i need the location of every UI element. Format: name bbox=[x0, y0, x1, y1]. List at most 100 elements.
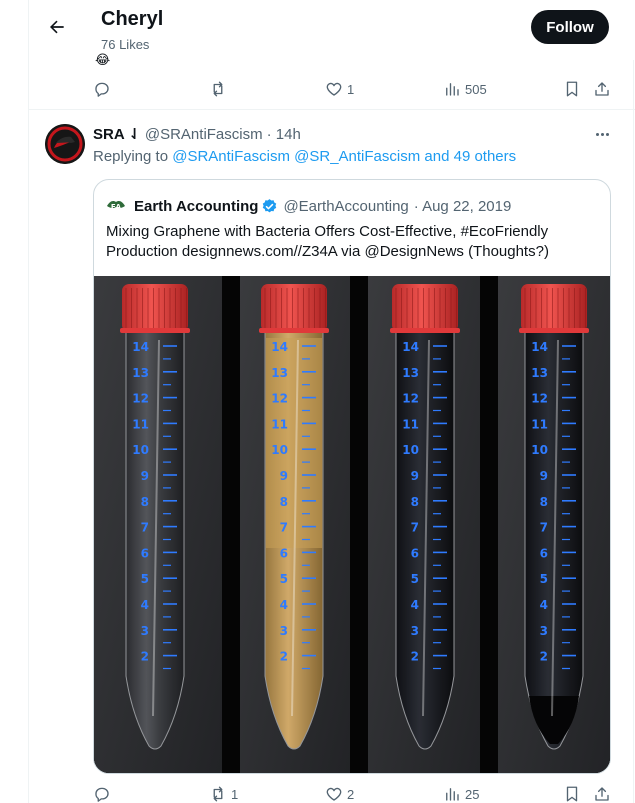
tube-scale-label: 13 bbox=[402, 366, 419, 380]
tube-scale-label: 14 bbox=[132, 340, 149, 354]
quote-author-handle: @EarthAccounting bbox=[283, 197, 409, 215]
centrifuge-tube: 14 13 12 11 10 9 8 7 6 5 4 3 2 bbox=[519, 284, 589, 750]
tube-scale-label: 7 bbox=[411, 521, 419, 535]
share-button[interactable] bbox=[593, 783, 611, 803]
tube-scale-label: 3 bbox=[141, 624, 149, 638]
tube-scale-label: 14 bbox=[271, 340, 288, 354]
views-button[interactable]: 505 bbox=[443, 78, 487, 100]
share-icon bbox=[595, 82, 609, 96]
bookmark-icon bbox=[566, 786, 578, 802]
profile-header: Cheryl 76 Likes 😂 Follow bbox=[29, 0, 635, 67]
reply-button[interactable] bbox=[93, 78, 111, 100]
tube-scale-label: 8 bbox=[540, 495, 548, 509]
tube-scale-label: 10 bbox=[132, 443, 149, 457]
tube-scale-label: 6 bbox=[280, 546, 288, 560]
tube-scale-label: 4 bbox=[540, 598, 548, 612]
reply-mention-1[interactable]: @SRAntiFascism bbox=[172, 148, 290, 165]
more-options-button[interactable] bbox=[591, 124, 613, 144]
bookmark-button[interactable] bbox=[563, 783, 581, 803]
author-handle[interactable]: @SRAntiFascism bbox=[145, 126, 263, 143]
tube-scale-label: 12 bbox=[132, 392, 149, 406]
bookmark-icon bbox=[566, 81, 578, 97]
divider bbox=[29, 109, 635, 110]
tube-scale-label: 9 bbox=[280, 469, 288, 483]
repost-icon bbox=[213, 786, 223, 802]
tube-scale-label: 7 bbox=[540, 521, 548, 535]
tube-scale-label: 11 bbox=[402, 417, 419, 431]
quote-header: EA Earth Accounting @EarthAccounting · A… bbox=[106, 196, 511, 216]
tube-scale-label: 8 bbox=[280, 495, 288, 509]
back-button[interactable] bbox=[39, 9, 75, 45]
heart-icon bbox=[326, 82, 342, 96]
reply-tweet-actions: 1 2 25 bbox=[93, 783, 613, 803]
tube-scale-label: 6 bbox=[411, 546, 419, 560]
repost-icon bbox=[213, 81, 223, 97]
centrifuge-tubes-image: 14 13 12 11 10 9 8 7 6 5 4 3 2 14 13 12 11 10 9 8 7 6 5 4 3 2 14 13… bbox=[94, 276, 610, 773]
view-count: 505 bbox=[465, 81, 487, 97]
bookmark-button[interactable] bbox=[563, 78, 581, 100]
reply-others-link[interactable]: and 49 others bbox=[424, 148, 516, 165]
view-count: 25 bbox=[465, 786, 480, 802]
avatar[interactable] bbox=[45, 124, 85, 164]
likes-count: 76 Likes bbox=[101, 37, 150, 52]
centrifuge-tube: 14 13 12 11 10 9 8 7 6 5 4 3 2 bbox=[390, 284, 460, 750]
tube-scale-label: 5 bbox=[411, 572, 419, 586]
tube-scale-label: 13 bbox=[132, 366, 149, 380]
author-name[interactable]: SRA ⇃ bbox=[93, 125, 141, 143]
tube-scale-label: 5 bbox=[540, 572, 548, 586]
earth-accounting-logo-icon: EA bbox=[106, 196, 126, 216]
main-column: Cheryl 76 Likes 😂 Follow 1 505 SRA ⇃ @SR… bbox=[28, 0, 635, 803]
tweet-photo[interactable]: 14 13 12 11 10 9 8 7 6 5 4 3 2 14 13 12 11 10 9 8 7 6 5 4 3 2 14 13… bbox=[94, 276, 610, 773]
replying-to: Replying to @SRAntiFascism @SR_AntiFasci… bbox=[93, 148, 517, 165]
page-title: Cheryl bbox=[101, 8, 164, 30]
antifa-flag-icon bbox=[45, 124, 85, 164]
tube-scale-label: 2 bbox=[540, 650, 548, 664]
repost-button[interactable]: 1 bbox=[209, 783, 238, 803]
share-icon bbox=[595, 787, 609, 801]
follow-button[interactable]: Follow bbox=[531, 10, 609, 44]
svg-text:EA: EA bbox=[111, 203, 122, 211]
heart-icon bbox=[326, 787, 342, 801]
tube-scale-label: 8 bbox=[411, 495, 419, 509]
tube-scale-label: 2 bbox=[411, 650, 419, 664]
tube-scale-label: 2 bbox=[280, 650, 288, 664]
repost-count: 1 bbox=[231, 786, 239, 802]
tube-scale-label: 4 bbox=[411, 598, 419, 612]
quoted-tweet[interactable]: EA Earth Accounting @EarthAccounting · A… bbox=[93, 179, 611, 774]
tube-scale-label: 3 bbox=[411, 624, 419, 638]
tube-scale-label: 5 bbox=[141, 572, 149, 586]
tube-scale-label: 14 bbox=[531, 340, 548, 354]
tube-scale-label: 3 bbox=[540, 624, 548, 638]
like-count: 2 bbox=[347, 786, 355, 802]
tube-scale-label: 7 bbox=[141, 521, 149, 535]
reply-button[interactable] bbox=[93, 783, 111, 803]
tube-scale-label: 4 bbox=[280, 598, 288, 612]
analytics-icon bbox=[446, 788, 459, 801]
views-button[interactable]: 25 bbox=[443, 783, 479, 803]
tube-scale-label: 11 bbox=[531, 417, 548, 431]
quote-author-name: Earth Accounting bbox=[134, 197, 259, 215]
verified-badge-icon bbox=[263, 198, 277, 212]
centrifuge-tube: 14 13 12 11 10 9 8 7 6 5 4 3 2 bbox=[259, 284, 329, 750]
tube-scale-label: 5 bbox=[280, 572, 288, 586]
tube-scale-label: 9 bbox=[411, 469, 419, 483]
share-button[interactable] bbox=[593, 78, 611, 100]
tube-scale-label: 4 bbox=[141, 598, 149, 612]
tweet-time[interactable]: · 14h bbox=[267, 126, 301, 143]
repost-button[interactable] bbox=[209, 78, 227, 100]
tube-scale-label: 10 bbox=[271, 443, 288, 457]
tube-scale-label: 3 bbox=[280, 624, 288, 638]
tube-scale-label: 12 bbox=[531, 392, 548, 406]
tube-scale-label: 10 bbox=[531, 443, 548, 457]
tube-scale-label: 9 bbox=[141, 469, 149, 483]
tube-scale-label: 10 bbox=[402, 443, 419, 457]
like-button[interactable]: 1 bbox=[325, 78, 354, 100]
tube-scale-label: 6 bbox=[141, 546, 149, 560]
tweet-header: SRA ⇃ @SRAntiFascism · 14h bbox=[93, 125, 301, 144]
analytics-icon bbox=[446, 83, 459, 96]
like-button[interactable]: 2 bbox=[325, 783, 354, 803]
reply-mention-2[interactable]: @SR_AntiFascism bbox=[294, 148, 420, 165]
reply-icon bbox=[95, 82, 109, 97]
centrifuge-tube: 14 13 12 11 10 9 8 7 6 5 4 3 2 bbox=[120, 284, 190, 750]
like-count: 1 bbox=[347, 81, 355, 97]
